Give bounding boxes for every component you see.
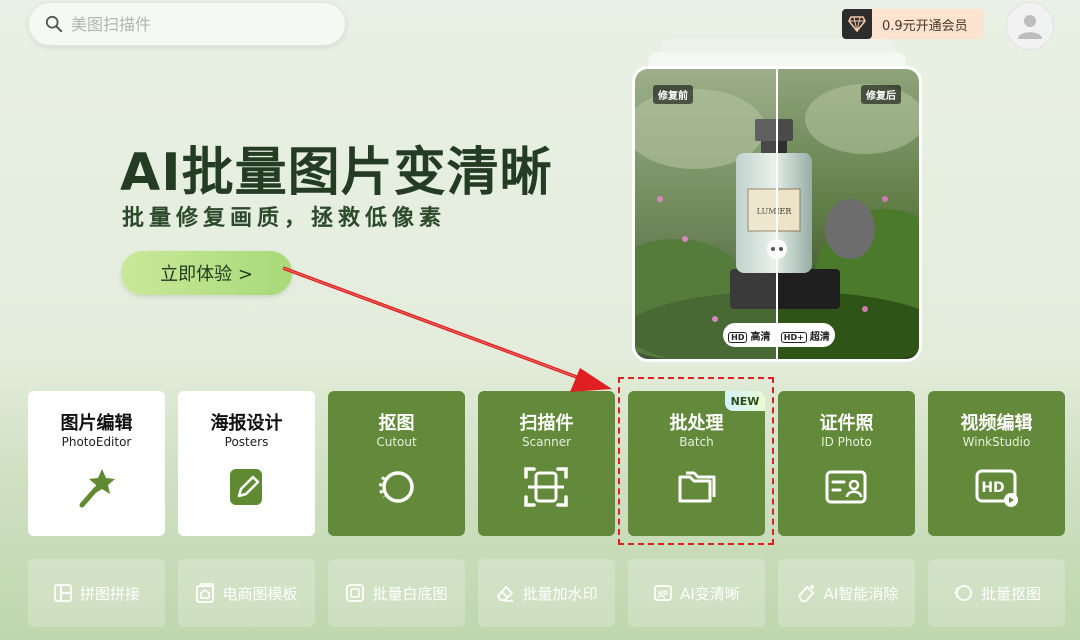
magic-wand-icon: [79, 469, 115, 508]
tool-label: 批量加水印: [522, 584, 598, 603]
hd-badge: HD 高清: [728, 328, 770, 343]
search-icon: [45, 15, 63, 33]
tool-ai-hd[interactable]: HD AI变清晰: [628, 559, 765, 627]
tool-label: 电商图模板: [222, 584, 298, 603]
poster-edit-icon: [230, 469, 262, 505]
eraser-icon: [797, 584, 815, 602]
feature-title: 海报设计: [210, 413, 283, 434]
tool-label: 拼图拼接: [79, 584, 140, 603]
user-icon: [1018, 15, 1042, 39]
diamond-icon: [842, 9, 872, 39]
before-after-preview[interactable]: LUMIER 修复前 修复后 HD 高清 HD+ 超清: [632, 66, 922, 362]
feature-subtitle: Scanner: [521, 435, 572, 449]
feature-subtitle: PhotoEditor: [61, 435, 132, 449]
feature-id-photo[interactable]: 证件照 ID Photo: [778, 391, 915, 536]
tool-batch-cutout[interactable]: 批量抠图: [928, 559, 1065, 627]
search-input[interactable]: [69, 13, 333, 35]
svg-text:HD: HD: [981, 480, 1004, 496]
search-bar[interactable]: [28, 2, 346, 46]
feature-scanner[interactable]: 扫描件 Scanner: [478, 391, 615, 536]
after-tag: 修复后: [861, 85, 901, 104]
white-bg-icon: [346, 584, 365, 602]
hero-title: AI批量图片变清晰: [120, 143, 553, 203]
feature-posters[interactable]: 海报设计 Posters: [178, 391, 315, 536]
tool-ai-erase[interactable]: AI智能消除: [778, 559, 915, 627]
cutout-icon: [379, 471, 414, 503]
tool-collage[interactable]: 拼图拼接: [28, 559, 165, 627]
tool-white-bg[interactable]: 批量白底图: [328, 559, 465, 627]
hd-video-icon: HD: [975, 469, 1018, 507]
vip-label: 0.9元开通会员: [882, 18, 968, 34]
vip-button[interactable]: 0.9元开通会员: [842, 9, 984, 39]
avatar[interactable]: [1006, 2, 1054, 50]
feature-subtitle: ID Photo: [821, 435, 872, 449]
feature-photo-editor[interactable]: 图片编辑 PhotoEditor: [28, 391, 165, 536]
tool-label: 批量白底图: [372, 584, 448, 603]
try-now-button[interactable]: 立即体验 >: [121, 251, 292, 295]
tool-label: 批量抠图: [980, 584, 1041, 603]
perfume-product-image: LUMIER: [635, 69, 919, 359]
tool-label: AI变清晰: [680, 584, 740, 603]
collage-icon: [54, 584, 72, 602]
tool-watermark[interactable]: 批量加水印: [478, 559, 615, 627]
feature-subtitle: Posters: [224, 435, 269, 449]
tool-label: AI智能消除: [823, 584, 899, 603]
hero-subtitle: 批量修复画质，拯救低像素: [122, 206, 447, 231]
batch-highlight-box: [618, 377, 774, 545]
feature-title: 扫描件: [519, 413, 574, 434]
feature-title: 证件照: [819, 413, 874, 434]
watermark-icon: [497, 586, 514, 602]
uhd-badge: HD+ 超清: [780, 328, 830, 343]
feature-subtitle: Cutout: [376, 435, 417, 449]
id-card-icon: [825, 470, 867, 504]
shop-template-icon: [196, 583, 215, 603]
before-tag: 修复前: [653, 85, 693, 104]
feature-subtitle: WinkStudio: [962, 435, 1031, 449]
feature-video-editor[interactable]: 视频编辑 WinkStudio HD: [928, 391, 1065, 536]
feature-title: 抠图: [378, 413, 415, 434]
tool-shop-template[interactable]: 电商图模板: [178, 559, 315, 627]
batch-cutout-icon: [954, 585, 972, 601]
scanner-icon: [524, 467, 568, 507]
quality-badges: HD 高清 HD+ 超清: [723, 323, 835, 347]
feature-title: 图片编辑: [60, 413, 133, 434]
feature-title: 视频编辑: [960, 413, 1033, 434]
feature-cutout[interactable]: 抠图 Cutout: [328, 391, 465, 536]
hd-image-icon: HD: [654, 585, 673, 601]
